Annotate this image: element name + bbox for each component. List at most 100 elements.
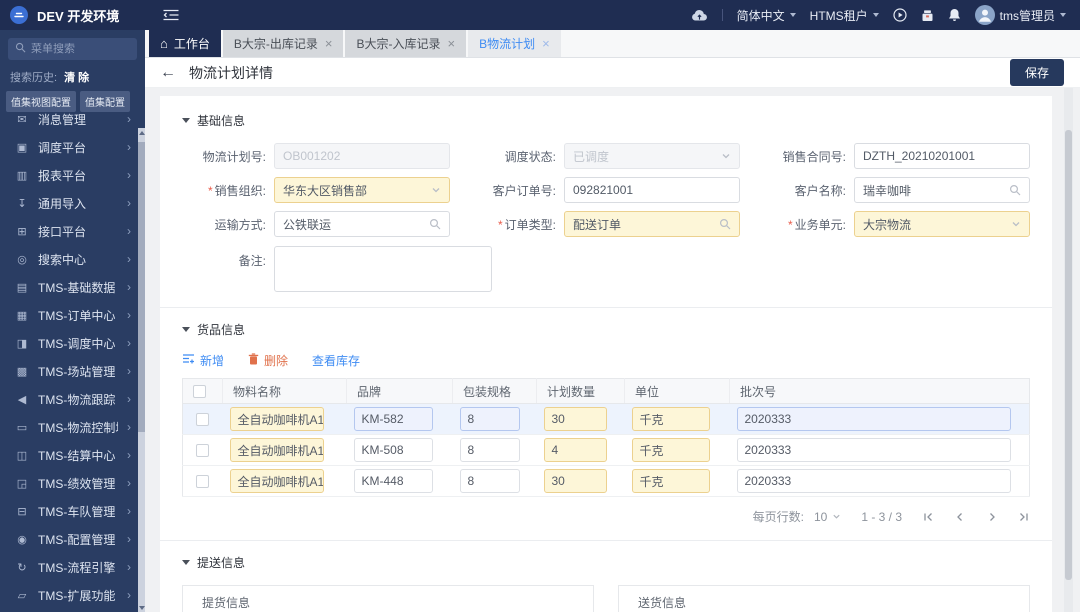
sidebar-item[interactable]: ▣ 调度平台 ›: [0, 133, 145, 161]
content-scrollbar-thumb[interactable]: [1065, 130, 1072, 580]
field-input[interactable]: 华东大区销售部: [274, 177, 450, 203]
field-input[interactable]: DZTH_20210201001: [854, 143, 1030, 169]
cloud-upload-icon[interactable]: [691, 9, 708, 22]
delete-row-button[interactable]: 删除: [248, 352, 288, 369]
qty-input[interactable]: 30: [543, 469, 608, 493]
sidebar-item[interactable]: ◨ TMS-调度中心 ›: [0, 329, 145, 357]
sidebar-item[interactable]: ◀ TMS-物流跟踪 ›: [0, 385, 145, 413]
tab[interactable]: B大宗-入库记录 ×: [345, 30, 467, 57]
row-checkbox[interactable]: [196, 475, 210, 489]
row-checkbox[interactable]: [196, 413, 210, 427]
field-input[interactable]: 配送订单: [564, 211, 740, 237]
chevron-down-icon: [789, 13, 796, 17]
sidebar-item[interactable]: ◉ TMS-配置管理 ›: [0, 525, 145, 553]
material-input[interactable]: 全自动咖啡机A1型: [229, 438, 325, 462]
tenant-switcher[interactable]: HTMS租户: [810, 7, 879, 24]
field-input[interactable]: 092821001: [564, 177, 740, 203]
close-icon[interactable]: ×: [542, 37, 550, 50]
next-page-icon[interactable]: [986, 511, 998, 523]
menu-search-input[interactable]: [31, 43, 130, 55]
clear-history-button[interactable]: 清 除: [64, 69, 89, 85]
field-label: * 业务单元:: [787, 217, 846, 232]
sidebar-item[interactable]: ◲ TMS-绩效管理 ›: [0, 469, 145, 497]
material-input[interactable]: 全自动咖啡机A1型: [229, 469, 325, 493]
select-all-checkbox[interactable]: [193, 385, 206, 399]
field-input[interactable]: 公铁联运: [274, 211, 450, 237]
performance-icon: ◲: [16, 477, 28, 490]
content-scrollbar[interactable]: [1064, 88, 1073, 612]
add-row-button[interactable]: 新增: [182, 352, 224, 369]
menu-fold-icon[interactable]: [163, 9, 179, 21]
username-label: tms管理员: [999, 8, 1055, 23]
row-checkbox[interactable]: [196, 444, 210, 458]
menu-search-box[interactable]: [8, 38, 137, 60]
material-input[interactable]: 全自动咖啡机A1型: [229, 407, 325, 431]
batch-input[interactable]: 2020333: [736, 438, 1011, 462]
section-shipping-info[interactable]: 提送信息: [182, 554, 1030, 571]
last-page-icon[interactable]: [1018, 511, 1030, 523]
brand-input[interactable]: KM-508: [353, 438, 433, 462]
field-input[interactable]: 大宗物流: [854, 211, 1030, 237]
close-icon[interactable]: ×: [448, 37, 456, 50]
bell-icon[interactable]: [948, 8, 961, 22]
tab[interactable]: ⌂ 工作台: [149, 30, 221, 57]
rows-per-page-select[interactable]: 10: [814, 510, 841, 524]
qty-input[interactable]: 30: [543, 407, 608, 431]
sidebar-item[interactable]: ⊞ 接口平台 ›: [0, 217, 145, 245]
language-switcher[interactable]: 简体中文: [737, 7, 796, 24]
field-label: * 订单类型:: [497, 217, 556, 232]
sidebar-item[interactable]: ▭ TMS-物流控制塔 ›: [0, 413, 145, 441]
first-page-icon[interactable]: [922, 511, 934, 523]
sidebar-item[interactable]: ↻ TMS-流程引擎 ›: [0, 553, 145, 581]
unit-input[interactable]: 千克: [631, 469, 710, 493]
user-menu[interactable]: tms管理员: [974, 5, 1066, 25]
view-stock-button[interactable]: 查看库存: [312, 352, 360, 369]
history-suggestion-button[interactable]: 值集配置: [80, 91, 130, 112]
gift-icon[interactable]: [921, 9, 934, 22]
sidebar-item-label: TMS-物流跟踪: [38, 392, 116, 407]
brand-input[interactable]: KM-582: [353, 407, 433, 431]
field-value: 华东大区销售部: [283, 183, 368, 198]
table-row[interactable]: 全自动咖啡机A1型 KM-582 8 30 千克 2020333: [182, 403, 1030, 435]
batch-input[interactable]: 2020333: [736, 407, 1011, 431]
spec-input[interactable]: 8: [459, 407, 520, 431]
spec-input[interactable]: 8: [459, 438, 520, 462]
field-label: * 销售组织:: [207, 183, 266, 198]
brand-input[interactable]: KM-448: [353, 469, 433, 493]
qty-input[interactable]: 4: [543, 438, 608, 462]
spec-input[interactable]: 8: [459, 469, 520, 493]
tab[interactable]: B大宗-出库记录 ×: [222, 30, 344, 57]
table-row[interactable]: 全自动咖啡机A1型 KM-508 8 4 千克 2020333: [182, 434, 1030, 466]
unit-input[interactable]: 千克: [631, 438, 710, 462]
sidebar-item[interactable]: ⊟ TMS-车队管理 ›: [0, 497, 145, 525]
field-input[interactable]: OB001202: [274, 143, 450, 169]
table-row[interactable]: 全自动咖啡机A1型 KM-448 8 30 千克 2020333: [182, 465, 1030, 497]
save-button[interactable]: 保存: [1009, 59, 1064, 86]
sidebar-item[interactable]: ▥ 报表平台 ›: [0, 161, 145, 189]
close-icon[interactable]: ×: [325, 37, 333, 50]
field-input[interactable]: 已调度: [564, 143, 740, 169]
sidebar-item[interactable]: ◎ 搜索中心 ›: [0, 245, 145, 273]
sidebar-item[interactable]: ◫ TMS-结算中心 ›: [0, 441, 145, 469]
sidebar-item[interactable]: ▩ TMS-场站管理 ›: [0, 357, 145, 385]
prev-page-icon[interactable]: [954, 511, 966, 523]
sidebar-item-label: TMS-车队管理: [38, 504, 116, 519]
unit-input[interactable]: 千克: [631, 407, 710, 431]
history-suggestion-button[interactable]: 值集视图配置: [6, 91, 76, 112]
batch-input[interactable]: 2020333: [736, 469, 1011, 493]
back-arrow-icon[interactable]: ←: [160, 64, 176, 81]
play-icon[interactable]: [893, 8, 907, 22]
tab[interactable]: B物流计划 ×: [468, 30, 561, 57]
sidebar-item[interactable]: ▱ TMS-扩展功能 ›: [0, 581, 145, 609]
field-input[interactable]: 瑞幸咖啡: [854, 177, 1030, 203]
remark-textarea[interactable]: [274, 246, 492, 292]
sidebar-item[interactable]: ▦ TMS-订单中心 ›: [0, 301, 145, 329]
sidebar-item[interactable]: ↧ 通用导入 ›: [0, 189, 145, 217]
import-icon: ↧: [17, 197, 27, 210]
collapse-arrow-icon: [182, 327, 190, 332]
section-basic-info[interactable]: 基础信息: [182, 112, 1030, 129]
chevron-right-icon: ›: [127, 196, 131, 210]
sidebar-item[interactable]: ▤ TMS-基础数据 ›: [0, 273, 145, 301]
section-goods-info[interactable]: 货品信息: [182, 321, 1030, 338]
section-title: 货品信息: [197, 323, 246, 337]
